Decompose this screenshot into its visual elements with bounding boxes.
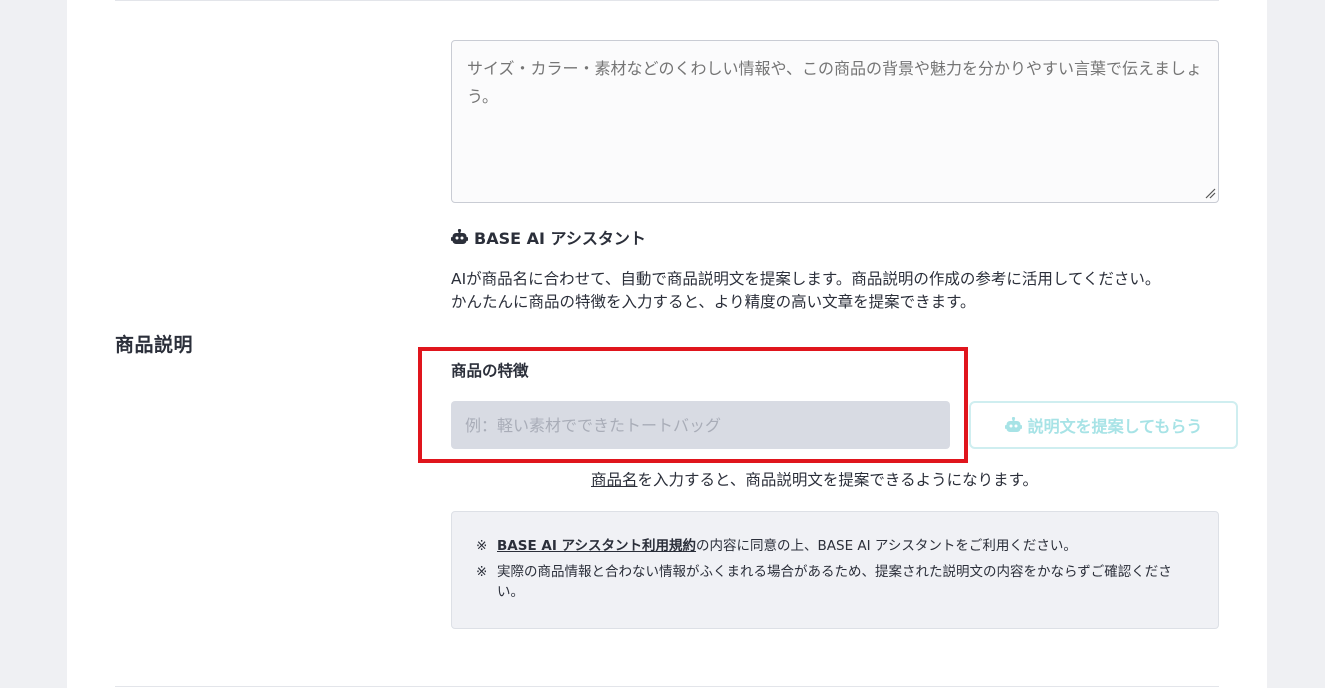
suggest-button-label: 説明文を提案してもらう bbox=[1027, 417, 1203, 436]
divider-bottom bbox=[115, 686, 1219, 687]
hint-text: を入力すると、商品説明文を提案できるようになります。 bbox=[637, 471, 1039, 489]
notice-mark: ※ bbox=[476, 564, 488, 580]
ai-assistant-description: AIが商品名に合わせて、自動で商品説明文を提案します。商品説明の作成の参考に活用… bbox=[451, 268, 1211, 314]
robot-icon bbox=[451, 229, 468, 244]
terms-link[interactable]: BASE AI アシスタント利用規約 bbox=[497, 538, 696, 554]
product-name-link[interactable]: 商品名 bbox=[591, 471, 638, 489]
robot-icon bbox=[1004, 417, 1022, 432]
ai-description-line-1: AIが商品名に合わせて、自動で商品説明文を提案します。商品説明の作成の参考に活用… bbox=[451, 270, 1161, 288]
ai-assistant-heading: BASE AI アシスタント bbox=[451, 226, 646, 248]
product-description-textarea[interactable] bbox=[451, 40, 1219, 203]
suggest-description-button[interactable]: 説明文を提案してもらう bbox=[969, 401, 1238, 449]
highlight-annotation-box bbox=[418, 347, 968, 463]
ai-description-line-2: かんたんに商品の特徴を入力すると、より精度の高い文章を提案できます。 bbox=[451, 293, 976, 311]
product-description-label: 商品説明 bbox=[115, 334, 194, 356]
divider-top bbox=[115, 0, 1219, 1]
suggest-hint: 商品名を入力すると、商品説明文を提案できるようになります。 bbox=[591, 468, 1038, 490]
resize-grip-icon[interactable] bbox=[1204, 187, 1216, 199]
notice-row-terms: ※ BASE AI アシスタント利用規約の内容に同意の上、BASE AI アシス… bbox=[476, 536, 1188, 556]
ai-assistant-title: BASE AI アシスタント bbox=[474, 229, 646, 248]
notice-verify-text: 実際の商品情報と合わない情報がふくまれる場合があるため、提案された説明文の内容を… bbox=[497, 564, 1172, 600]
notice-mark: ※ bbox=[476, 538, 488, 554]
notice-box: ※ BASE AI アシスタント利用規約の内容に同意の上、BASE AI アシス… bbox=[451, 511, 1219, 629]
notice-row-verify: ※ 実際の商品情報と合わない情報がふくまれる場合があるため、提案された説明文の内… bbox=[476, 562, 1188, 602]
notice-terms-text: の内容に同意の上、BASE AI アシスタントをご利用ください。 bbox=[696, 538, 1077, 554]
